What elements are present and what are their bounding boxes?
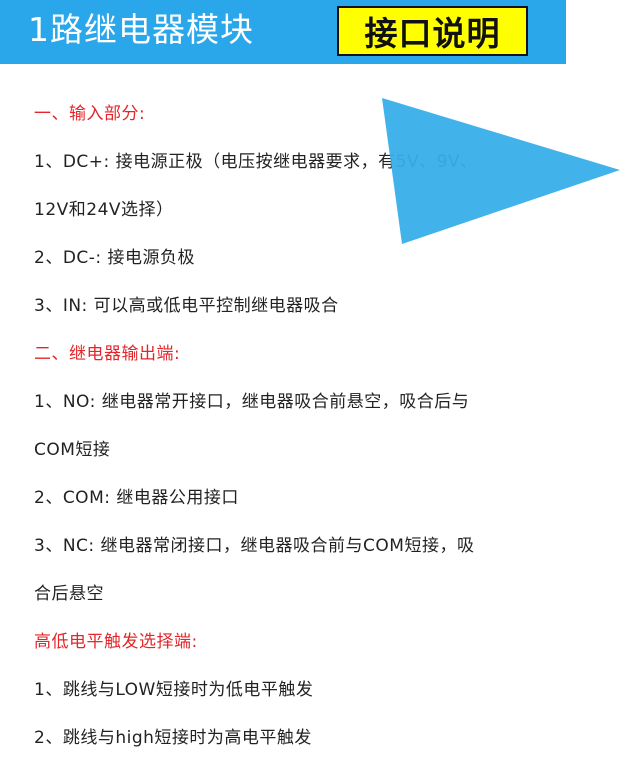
- banner-title: 1路继电器模块: [28, 10, 254, 49]
- title-banner: 1路继电器模块 接口说明: [0, 0, 566, 64]
- section-heading-trigger: 高低电平触发选择端:: [34, 632, 198, 652]
- output-line-5: 合后悬空: [34, 584, 104, 604]
- banner-highlight-text: 接口说明: [364, 14, 501, 53]
- play-triangle-icon[interactable]: [378, 96, 622, 246]
- trigger-line-2: 2、跳线与high短接时为高电平触发: [34, 728, 312, 748]
- output-line-4: 3、NC: 继电器常闭接口，继电器吸合前与COM短接，吸: [34, 536, 475, 556]
- output-line-3: 2、COM: 继电器公用接口: [34, 488, 239, 508]
- banner-highlight-box: 接口说明: [337, 6, 528, 56]
- input-line-4: 3、IN: 可以高或低电平控制继电器吸合: [34, 296, 339, 316]
- output-line-2: COM短接: [34, 440, 111, 460]
- output-line-1: 1、NO: 继电器常开接口，继电器吸合前悬空，吸合后与: [34, 392, 470, 412]
- section-heading-output: 二、继电器输出端:: [34, 344, 181, 364]
- trigger-line-1: 1、跳线与LOW短接时为低电平触发: [34, 680, 314, 700]
